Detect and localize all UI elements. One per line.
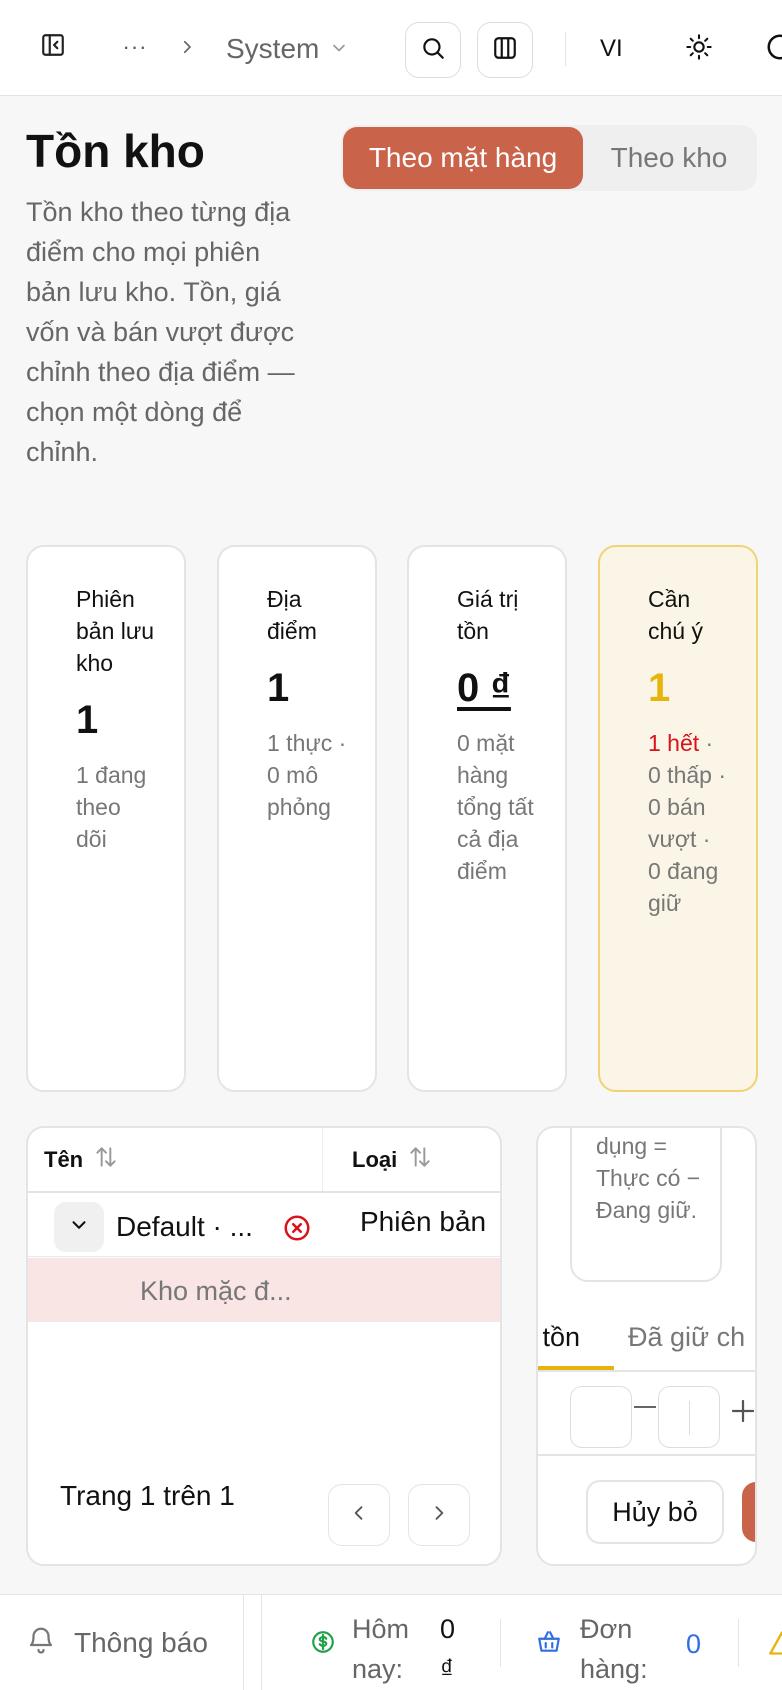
inventory-table: Tên Loại Default · ... Phiên bản Kho mặc… — [26, 1126, 502, 1566]
today-revenue-label: Hôm nay: — [352, 1614, 410, 1684]
stat-card-stock-value: Giá trị tồn 0 ₫ 0 mặt hàng tổng tất cả đ… — [407, 545, 567, 1092]
sort-icon — [93, 1144, 119, 1176]
save-button[interactable] — [742, 1482, 755, 1542]
top-bar: ··· System VI — [0, 0, 782, 96]
columns-button[interactable] — [477, 22, 533, 78]
column-header-label: Loại — [352, 1147, 398, 1172]
view-by-warehouse-button[interactable]: Theo kho — [583, 127, 755, 189]
breadcrumb-more-button[interactable]: ··· — [118, 26, 152, 68]
stat-label: Phiên bản lưu kho — [76, 586, 155, 676]
column-divider — [322, 1128, 323, 1192]
warning-icon — [768, 1629, 782, 1662]
chevron-down-icon — [329, 33, 349, 65]
orders-count[interactable]: 0 — [686, 1629, 701, 1660]
row-name: Default · ... — [116, 1211, 253, 1242]
stat-value: 1 — [648, 666, 671, 710]
next-page-button[interactable] — [408, 1484, 470, 1546]
info-note-text: dụng = Thực có − Đang giữ. — [596, 1133, 701, 1223]
stat-value: 0 ₫ — [457, 666, 511, 710]
table-row-selected[interactable]: Kho mặc đ... — [28, 1258, 500, 1322]
stat-subtext: 1 hết · 0 thấp · 0 bán vượt · 0 đang giữ — [648, 727, 728, 919]
row-name: Kho mặc đ... — [140, 1276, 292, 1306]
toolbar-divider — [565, 32, 566, 66]
sidebar-toggle-button[interactable] — [32, 26, 74, 68]
notifications-label: Thông báo — [74, 1627, 208, 1658]
language-switcher[interactable]: VI — [600, 26, 623, 72]
today-revenue-value: 0 ₫ — [440, 1614, 456, 1684]
columns-icon — [492, 35, 518, 66]
stat-value: 1 — [76, 698, 99, 742]
column-header-label: Tên — [44, 1147, 84, 1172]
workspace-label: System — [226, 33, 320, 64]
dollar-circle-icon — [310, 1629, 336, 1660]
search-button[interactable] — [405, 22, 461, 78]
cancel-button[interactable]: Hủy bỏ — [586, 1480, 724, 1544]
stat-label: Giá trị tồn — [457, 586, 519, 644]
delta-input[interactable] — [658, 1386, 720, 1448]
status-divider — [243, 1595, 244, 1690]
sun-icon — [685, 33, 713, 66]
user-circle-icon — [765, 32, 782, 67]
plus-icon[interactable] — [728, 1396, 755, 1426]
page-description: Tồn kho theo từng địa điểm cho mọi phiên… — [26, 197, 295, 467]
stat-label: Địa điểm — [267, 586, 317, 644]
active-tab-indicator — [538, 1366, 614, 1370]
status-divider — [500, 1619, 501, 1667]
edit-tabs: a tồn Đã giữ ch — [538, 1310, 755, 1372]
status-divider — [261, 1595, 262, 1690]
view-toggle: Theo mặt hàng Theo kho — [341, 125, 757, 191]
stat-value: 1 — [267, 666, 290, 710]
input-divider — [689, 1401, 690, 1435]
status-bar: Thông báo Hôm nay: 0 ₫ Đơn hàng: 0 — [0, 1594, 782, 1690]
minus-icon[interactable] — [634, 1406, 656, 1408]
chevron-right-icon — [429, 1503, 449, 1528]
quantity-input[interactable] — [570, 1386, 632, 1448]
profile-button[interactable] — [760, 26, 782, 72]
sort-icon — [407, 1144, 433, 1176]
stat-card-stock-versions: Phiên bản lưu kho 1 1 đang theo dõi — [26, 545, 186, 1092]
table-row[interactable]: Default · ... Phiên bản — [28, 1193, 500, 1257]
stat-subtext: 1 đang theo dõi — [76, 762, 147, 852]
out-of-stock-count: 1 hết — [648, 730, 700, 756]
tab-reserved[interactable]: Đã giữ ch — [628, 1322, 745, 1353]
attention-breakdown: · 0 thấp · 0 bán vượt · 0 đang giữ — [648, 730, 726, 916]
search-icon — [420, 35, 446, 66]
stat-subtext: 1 thực · 0 mô phỏng — [267, 730, 347, 820]
bell-icon — [26, 1625, 56, 1662]
column-header-name[interactable]: Tên — [44, 1128, 119, 1192]
workspace-switcher[interactable]: System — [226, 26, 349, 72]
status-divider — [738, 1619, 739, 1667]
error-circle-icon — [282, 1213, 312, 1248]
view-by-item-button[interactable]: Theo mặt hàng — [343, 127, 583, 189]
info-note: dụng = Thực có − Đang giữ. — [570, 1128, 722, 1282]
stock-edit-panel: dụng = Thực có − Đang giữ. a tồn Đã giữ … — [536, 1126, 757, 1566]
pagination-label: Trang 1 trên 1 — [60, 1480, 235, 1511]
tab-adjust-stock[interactable]: a tồn — [538, 1322, 580, 1353]
chevron-left-icon — [349, 1503, 369, 1528]
previous-page-button[interactable] — [328, 1484, 390, 1546]
stat-card-locations: Địa điểm 1 1 thực · 0 mô phỏng — [217, 545, 377, 1092]
chevron-right-icon — [176, 26, 198, 68]
notifications-button[interactable]: Thông báo — [26, 1595, 208, 1690]
theme-toggle-button[interactable] — [678, 26, 720, 72]
stat-card-attention: Cần chú ý 1 1 hết · 0 thấp · 0 bán vượt … — [598, 545, 758, 1092]
stat-subtext: 0 mặt hàng tổng tất cả địa điểm — [457, 730, 534, 884]
chevron-down-icon — [68, 1214, 90, 1241]
orders-label: Đơn hàng: — [580, 1614, 648, 1684]
column-header-type[interactable]: Loại — [352, 1128, 433, 1192]
row-type: Phiên bản — [360, 1206, 487, 1237]
panel-left-icon — [40, 32, 66, 63]
quantity-steppers — [538, 1374, 755, 1456]
stat-label: Cần chú ý — [648, 586, 703, 644]
expand-row-button[interactable] — [54, 1202, 104, 1252]
page-title: Tồn kho — [26, 125, 205, 177]
basket-icon — [536, 1629, 562, 1660]
